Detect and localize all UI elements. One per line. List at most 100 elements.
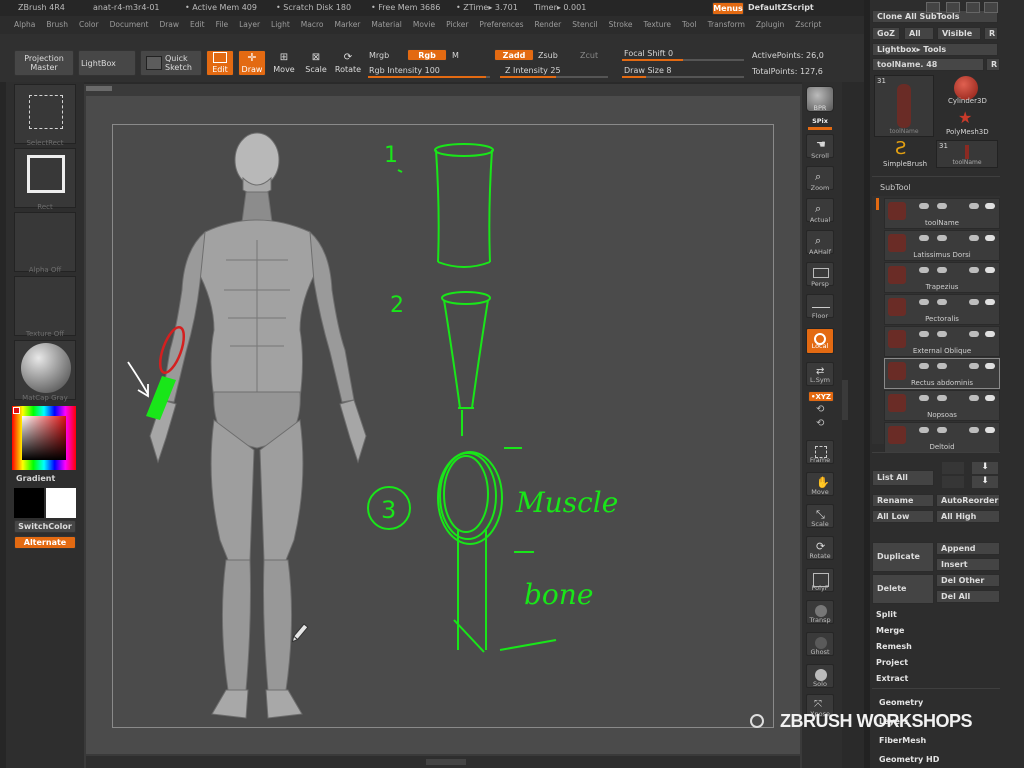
subtool-row[interactable]: Nopsoas <box>884 390 1000 421</box>
subtool-toggle-color[interactable] <box>937 427 947 433</box>
subtool-row[interactable]: Rectus abdominis <box>884 358 1000 389</box>
del-all-button[interactable]: Del All <box>936 590 1000 603</box>
local-button[interactable] <box>806 328 834 354</box>
spix-slider[interactable] <box>808 127 832 130</box>
tool-name-slider[interactable]: toolName. 48 <box>872 58 984 71</box>
list-all-button[interactable]: List All <box>872 470 934 486</box>
sketch-cylinder-body <box>435 149 493 268</box>
subtool-toggle-lock[interactable] <box>969 395 979 401</box>
merge-menu[interactable]: Merge <box>876 626 904 635</box>
del-other-button[interactable]: Del Other <box>936 574 1000 587</box>
arrow-down-2-icon[interactable]: ⬇ <box>972 476 998 488</box>
current-tool-caption: toolName <box>889 128 919 135</box>
close-icon[interactable] <box>984 2 998 13</box>
subtool-toggle-lock[interactable] <box>969 267 979 273</box>
eye-icon[interactable] <box>985 427 995 433</box>
sketch-cylinder-top <box>434 143 494 157</box>
subtool-row[interactable]: Trapezius <box>884 262 1000 293</box>
minimize-icon[interactable] <box>946 2 960 13</box>
move-view-label: Move <box>811 488 829 496</box>
auto-reorder-button[interactable]: AutoReorder <box>936 494 1000 507</box>
rotate-y-icon[interactable]: ⟲ <box>816 404 824 415</box>
duplicate-button[interactable]: Duplicate <box>872 542 934 572</box>
arrow-down-icon[interactable]: ⬇ <box>972 462 998 474</box>
eye-icon[interactable] <box>985 331 995 337</box>
spix-label[interactable]: SPix <box>800 117 840 125</box>
rename-button[interactable]: Rename <box>872 494 934 507</box>
geometry-hd-panel[interactable]: Geometry HD <box>879 755 939 764</box>
visible-button[interactable]: Visible <box>937 27 981 40</box>
geometry-panel[interactable]: Geometry <box>879 698 923 707</box>
subtool-toggle-polypaint[interactable] <box>919 267 929 273</box>
all-low-button[interactable]: All Low <box>872 510 934 523</box>
subtool-toggle-lock[interactable] <box>969 299 979 305</box>
insert-button[interactable]: Insert <box>936 558 1000 571</box>
fibermesh-panel[interactable]: FiberMesh <box>879 736 926 745</box>
subtool-toggle-polypaint[interactable] <box>919 395 929 401</box>
subtool-toggle-polypaint[interactable] <box>919 299 929 305</box>
subtool-toggle-polypaint[interactable] <box>919 331 929 337</box>
subtool-separator <box>872 176 1000 177</box>
subtool-toggle-color[interactable] <box>937 331 947 337</box>
append-button[interactable]: Append <box>936 542 1000 555</box>
current-tool-preview <box>897 84 911 128</box>
right-tray-divider[interactable] <box>864 0 870 768</box>
subtool-toggle-lock[interactable] <box>969 363 979 369</box>
split-menu[interactable]: Split <box>876 610 897 619</box>
subtool-toggle-lock[interactable] <box>969 203 979 209</box>
subtool-header[interactable]: SubTool <box>880 183 911 192</box>
subtool-toggle-polypaint[interactable] <box>919 363 929 369</box>
subtool-name: Nopsoas <box>927 411 957 419</box>
delete-button[interactable]: Delete <box>872 574 934 604</box>
lock-icon[interactable] <box>926 2 940 13</box>
goz-button[interactable]: GoZ <box>872 27 900 40</box>
subtool-row[interactable]: Latissimus Dorsi <box>884 230 1000 261</box>
eye-icon[interactable] <box>985 299 995 305</box>
toolname-thumb[interactable]: 31 toolName <box>936 140 998 168</box>
subtool-toggle-polypaint[interactable] <box>919 427 929 433</box>
xyz-toggle[interactable]: •XYZ <box>808 391 834 402</box>
subtool-toggle-lock[interactable] <box>969 331 979 337</box>
subtool-toggle-lock[interactable] <box>969 427 979 433</box>
subtool-toggle-color[interactable] <box>937 299 947 305</box>
toolname-thumb-count: 31 <box>939 142 948 150</box>
subtool-list-bottom <box>872 452 1000 453</box>
subtool-toggle-color[interactable] <box>937 267 947 273</box>
extract-menu[interactable]: Extract <box>876 674 908 683</box>
subtool-row[interactable]: External Oblique <box>884 326 1000 357</box>
right-tray-toggle[interactable] <box>842 380 848 420</box>
subtool-toggle-color[interactable] <box>937 203 947 209</box>
window-controls <box>922 2 1000 14</box>
subtool-toggle-polypaint[interactable] <box>919 235 929 241</box>
simplebrush-icon[interactable]: Ƨ <box>895 138 906 159</box>
current-tool-thumb[interactable]: 31 toolName <box>874 75 934 137</box>
subtool-row[interactable]: Pectoralis <box>884 294 1000 325</box>
rotate-z-icon[interactable]: ⟲ <box>816 418 824 429</box>
visible-r-button[interactable]: R <box>984 27 998 40</box>
subtool-row[interactable]: toolName <box>884 198 1000 229</box>
eye-icon[interactable] <box>985 267 995 273</box>
remesh-menu[interactable]: Remesh <box>876 642 912 651</box>
eye-icon[interactable] <box>985 235 995 241</box>
subtool-toggle-color[interactable] <box>937 395 947 401</box>
subtool-row[interactable]: Deltoid <box>884 422 1000 453</box>
all-button[interactable]: All <box>904 27 934 40</box>
subtool-toggle-color[interactable] <box>937 235 947 241</box>
subtool-toggle-lock[interactable] <box>969 235 979 241</box>
eye-icon[interactable] <box>985 363 995 369</box>
polymesh-star-icon[interactable]: ★ <box>958 108 972 127</box>
subtool-up2-button[interactable] <box>942 476 964 488</box>
subtool-up-button[interactable] <box>942 462 964 474</box>
floor-grid-icon <box>812 307 830 308</box>
restore-icon[interactable] <box>966 2 980 13</box>
all-high-button[interactable]: All High <box>936 510 1000 523</box>
ghost-label: Ghost <box>810 648 830 656</box>
eye-icon[interactable] <box>985 203 995 209</box>
subtool-thumb <box>888 234 906 252</box>
eye-icon[interactable] <box>985 395 995 401</box>
project-menu[interactable]: Project <box>876 658 908 667</box>
lightbox-tools-button[interactable]: Lightbox▸ Tools <box>872 43 998 56</box>
tool-name-r-button[interactable]: R <box>986 58 1000 71</box>
subtool-toggle-color[interactable] <box>937 363 947 369</box>
subtool-toggle-polypaint[interactable] <box>919 203 929 209</box>
